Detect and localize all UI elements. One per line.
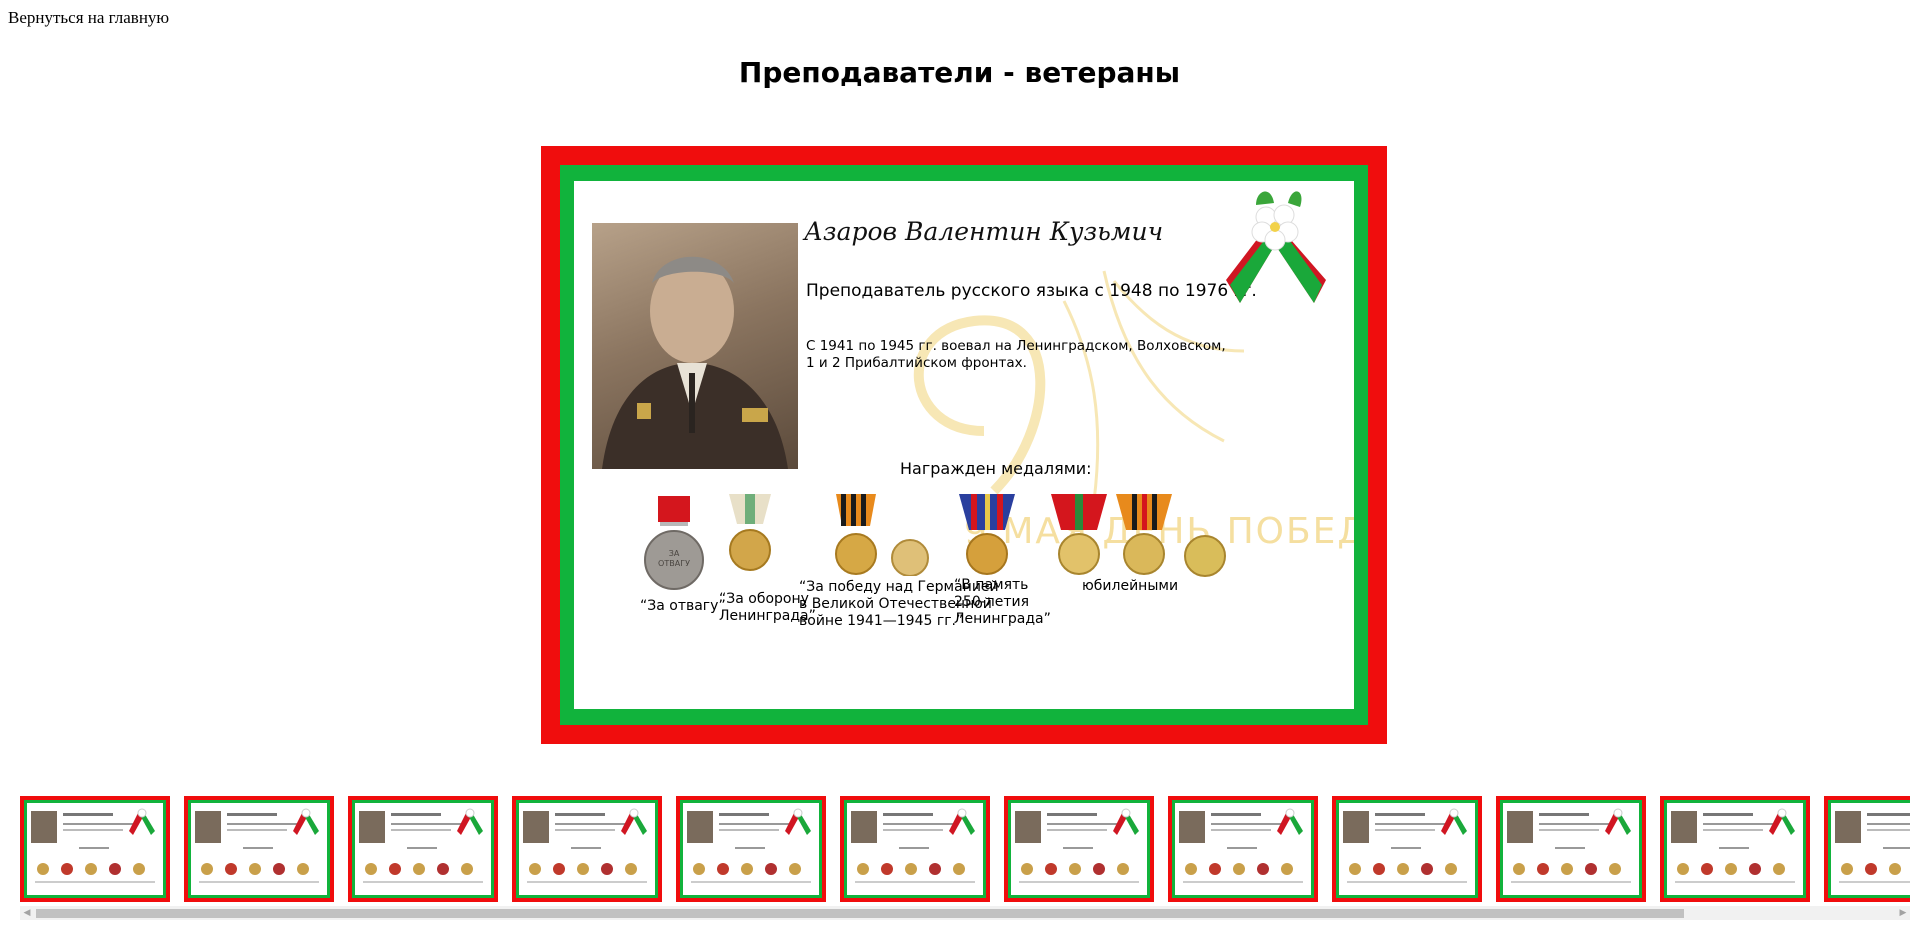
war-service-info: С 1941 по 1945 гг. воевал на Ленинградск…: [806, 338, 1226, 372]
medal-jubilee-20-years-icon: [1051, 494, 1107, 575]
teacher-info: Преподаватель русского языка с 1948 по 1…: [806, 281, 1257, 301]
medal-label-jubilee: юбилейными: [1082, 578, 1178, 595]
veteran-portrait: [592, 223, 798, 469]
slide-thumbnail[interactable]: [184, 796, 334, 902]
slide-thumbnail[interactable]: [512, 796, 662, 902]
thumbnail-content: [355, 803, 491, 895]
back-to-home-link[interactable]: Вернуться на главную: [8, 8, 169, 28]
thumbnail-content: [191, 803, 327, 895]
svg-text:ОТВАГУ: ОТВАГУ: [658, 559, 690, 568]
slide-thumbnail[interactable]: [1660, 796, 1810, 902]
medal-250-years-leningrad-icon: [959, 494, 1015, 575]
main-slide: 9 МАЯ ДЕНЬ ПОБЕДЫ Азаров Валентин Кузьми…: [541, 146, 1387, 744]
medal-victory-over-germany-icon: [835, 494, 929, 576]
medal-label-line: 250-летия: [954, 594, 1030, 610]
thumbnail-content: [1011, 803, 1147, 895]
slide-canvas: 9 МАЯ ДЕНЬ ПОБЕДЫ Азаров Валентин Кузьми…: [574, 181, 1354, 709]
medal-label-line: “За отвагу”: [640, 598, 726, 614]
slide-thumbnail[interactable]: [20, 796, 170, 902]
slide-thumbnail[interactable]: [1332, 796, 1482, 902]
slide-thumbnail[interactable]: [676, 796, 826, 902]
slide-thumbnail[interactable]: [840, 796, 990, 902]
slide-thumbnail[interactable]: [1004, 796, 1154, 902]
page-title: Преподаватели - ветераны: [738, 56, 1181, 89]
slide-thumbnail[interactable]: [348, 796, 498, 902]
medal-label-250-years-leningrad: “В память 250-летия Ленинграда”: [954, 577, 1051, 628]
thumbnail-content: [1667, 803, 1803, 895]
slide-thumbnail[interactable]: [1168, 796, 1318, 902]
medal-jubilee-30-years-icon: [1116, 494, 1172, 575]
slide-thumbnail[interactable]: [1824, 796, 1910, 902]
ribbon-flower-icon: [1226, 191, 1326, 303]
veteran-name: Азаров Валентин Кузьмич: [804, 217, 1164, 246]
medal-jubilee-40-years-icon: [1184, 535, 1226, 577]
horizontal-scrollbar[interactable]: ◀ ▶: [20, 906, 1910, 920]
medal-label-line: юбилейными: [1082, 578, 1179, 594]
war-service-line: 1 и 2 Прибалтийском фронтах.: [806, 355, 1027, 371]
thumbnail-content: [683, 803, 819, 895]
scroll-right-arrow-icon[interactable]: ▶: [1897, 908, 1909, 918]
medal-label-line: Ленинграда”: [954, 611, 1051, 627]
medal-label-courage: “За отвагу”: [640, 598, 726, 615]
svg-text:ЗА: ЗА: [669, 549, 680, 558]
thumbnail-content: [519, 803, 655, 895]
scrollbar-thumb[interactable]: [36, 909, 1684, 918]
thumbnail-content: [1175, 803, 1311, 895]
war-service-line: С 1941 по 1945 гг. воевал на Ленинградск…: [806, 338, 1226, 354]
slide-thumbnail[interactable]: [1496, 796, 1646, 902]
thumbnail-content: [27, 803, 163, 895]
medal-for-courage-icon: ЗА ОТВАГУ: [644, 496, 704, 590]
medal-label-line: “В память: [954, 577, 1029, 593]
thumbnail-content: [1831, 803, 1910, 895]
awards-heading: Награжден медалями:: [900, 459, 1092, 478]
thumbnail-strip[interactable]: [20, 796, 1910, 908]
thumbnail-content: [1339, 803, 1475, 895]
medal-defense-leningrad-icon: [729, 494, 771, 571]
thumbnail-content: [847, 803, 983, 895]
thumbnail-content: [1503, 803, 1639, 895]
scroll-left-arrow-icon[interactable]: ◀: [21, 908, 33, 918]
